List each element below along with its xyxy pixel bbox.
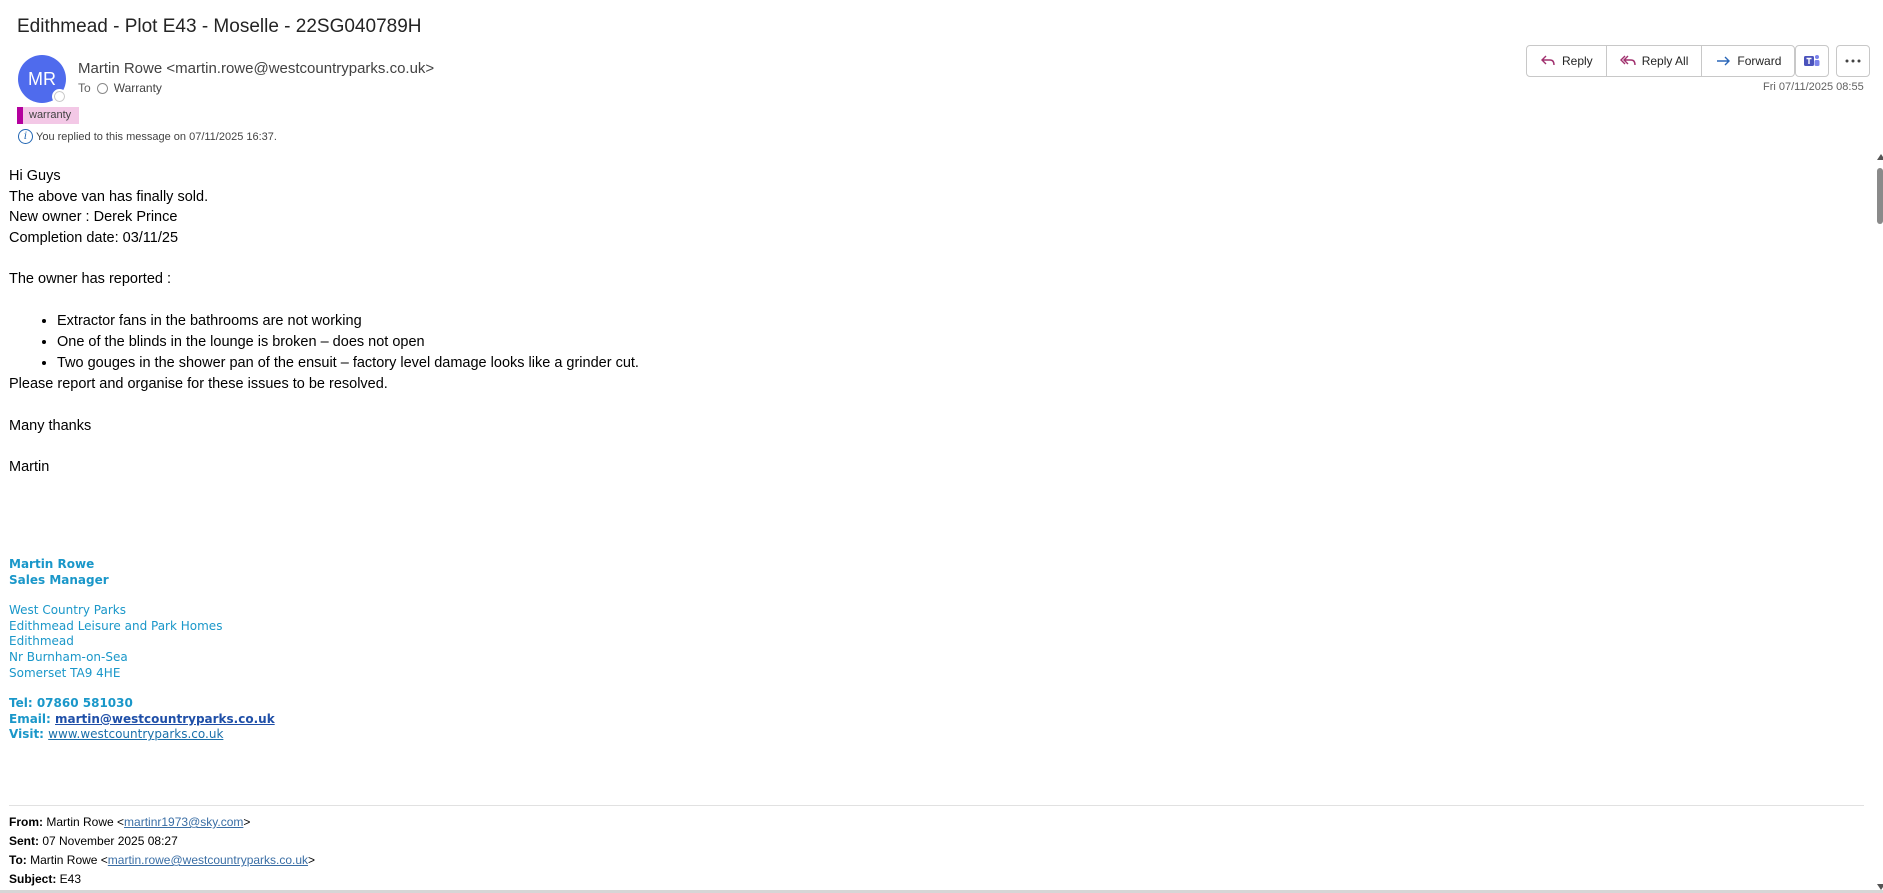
signature-email-line: Email: martin@westcountryparks.co.uk — [9, 712, 275, 728]
email-signature: Martin Rowe Sales Manager West Country P… — [9, 557, 275, 743]
quoted-from-email-link[interactable]: martinr1973@sky.com — [124, 815, 243, 829]
teams-button[interactable] — [1795, 45, 1829, 77]
reply-button-group: Reply Reply All Forward — [1526, 45, 1796, 77]
category-tag[interactable]: warranty — [17, 107, 80, 124]
quoted-to-name: Martin Rowe < — [26, 853, 108, 867]
avatar-initials: MR — [28, 68, 56, 89]
forward-icon — [1717, 56, 1731, 66]
to-label: To — [78, 81, 91, 95]
new-owner-line: New owner : Derek Prince — [9, 209, 178, 226]
body-line: The above van has finally sold. — [9, 188, 209, 205]
sender-name[interactable]: Martin Rowe <martin.rowe@westcountrypark… — [78, 60, 434, 77]
replied-notice: i You replied to this message on 07/11/2… — [18, 129, 277, 144]
quoted-subject-line: Subject: E43 — [9, 870, 315, 889]
sign-off-name: Martin — [9, 459, 50, 476]
signature-visit-line: Visit: www.westcountryparks.co.uk — [9, 727, 275, 743]
signature-address-line: West Country Parks — [9, 603, 126, 618]
quoted-sent-line: Sent: 07 November 2025 08:27 — [9, 832, 315, 851]
info-icon: i — [18, 129, 33, 144]
reply-all-icon — [1619, 55, 1636, 66]
reply-all-button[interactable]: Reply All — [1607, 46, 1703, 76]
signature-address-line: Edithmead — [9, 634, 74, 649]
scroll-up-arrow-icon[interactable] — [1877, 154, 1883, 160]
quoted-subject-label: Subject: — [9, 872, 57, 886]
message-subject: Edithmead - Plot E43 - Moselle - 22SG040… — [17, 16, 422, 37]
quoted-from-label: From: — [9, 815, 43, 829]
list-item: Two gouges in the shower pan of the ensu… — [57, 353, 639, 374]
signature-website-link[interactable]: www.westcountryparks.co.uk — [48, 727, 223, 741]
reply-icon — [1541, 55, 1555, 66]
signature-tel: Tel: 07860 581030 — [9, 696, 133, 711]
more-icon — [1845, 59, 1861, 63]
signature-name: Martin Rowe — [9, 557, 95, 571]
scrollbar[interactable] — [1874, 152, 1883, 893]
signature-address-line: Nr Burnham-on-Sea — [9, 649, 128, 664]
list-item: Extractor fans in the bathrooms are not … — [57, 311, 639, 332]
quoted-to-line: To: Martin Rowe <martin.rowe@westcountry… — [9, 851, 315, 870]
request-line: Please report and organise for these iss… — [9, 375, 388, 392]
forward-label: Forward — [1737, 54, 1782, 68]
quoted-sent-value: 07 November 2025 08:27 — [39, 834, 178, 848]
signature-email-label: Email: — [9, 711, 56, 726]
message-date: Fri 07/11/2025 08:55 — [1763, 81, 1864, 93]
message-body: Hi Guys The above van has finally sold. … — [9, 166, 639, 478]
quoted-header: From: Martin Rowe <martinr1973@sky.com> … — [9, 813, 315, 889]
reported-line: The owner has reported : — [9, 271, 172, 288]
presence-indicator — [52, 89, 67, 104]
teams-icon — [1804, 55, 1820, 66]
reply-button[interactable]: Reply — [1527, 46, 1607, 76]
quoted-from-line: From: Martin Rowe <martinr1973@sky.com> — [9, 813, 315, 832]
greeting: Hi Guys — [9, 168, 61, 184]
issues-list: Extractor fans in the bathrooms are not … — [9, 311, 639, 374]
thanks-line: Many thanks — [9, 417, 92, 434]
quoted-to-email-link[interactable]: martin.rowe@westcountryparks.co.uk — [108, 853, 308, 867]
reply-label: Reply — [1562, 54, 1593, 68]
list-item: One of the blinds in the lounge is broke… — [57, 332, 639, 353]
signature-visit-label: Visit: — [9, 727, 49, 742]
signature-email-link[interactable]: martin@westcountryparks.co.uk — [55, 712, 275, 726]
signature-address-line: Somerset TA9 4HE — [9, 665, 121, 680]
quoted-divider — [9, 805, 1864, 806]
quoted-from-name: Martin Rowe < — [43, 815, 125, 829]
forward-button[interactable]: Forward — [1702, 46, 1794, 76]
signature-title: Sales Manager — [9, 572, 109, 587]
quoted-from-close: > — [243, 815, 251, 829]
more-actions-button[interactable] — [1836, 45, 1870, 77]
signature-address-line: Edithmead Leisure and Park Homes — [9, 618, 223, 633]
recipient-status-icon — [96, 82, 108, 94]
replied-notice-text: You replied to this message on 07/11/202… — [36, 130, 277, 143]
recipient-name[interactable]: Warranty — [114, 81, 162, 95]
quoted-to-label: To: — [9, 853, 27, 867]
recipient-line: To Warranty — [78, 81, 162, 95]
reply-all-label: Reply All — [1641, 54, 1689, 68]
quoted-subject-value: E43 — [56, 872, 82, 886]
scrollbar-thumb[interactable] — [1877, 168, 1883, 224]
quoted-to-close: > — [308, 853, 316, 867]
quoted-sent-label: Sent: — [9, 834, 39, 848]
completion-date-line: Completion date: 03/11/25 — [9, 229, 179, 246]
